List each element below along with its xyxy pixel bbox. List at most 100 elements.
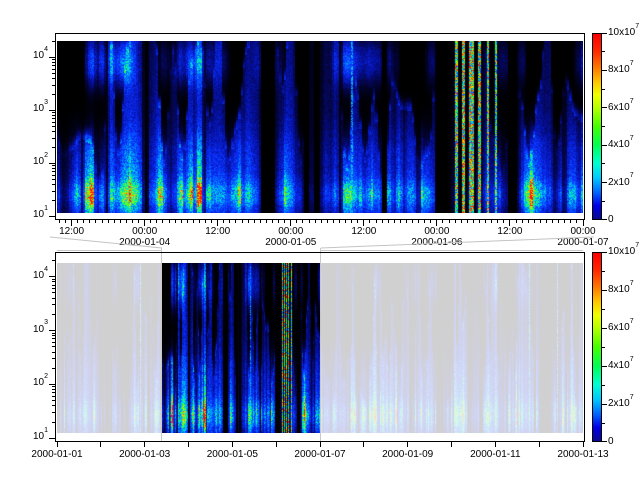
colorbar-tick-label: 10x107 [608, 27, 640, 39]
x-minor-tick [418, 220, 419, 223]
colorbar-major-tick [602, 107, 607, 108]
x-minor-tick [248, 220, 249, 223]
dimmed-region-left[interactable] [57, 263, 162, 433]
x-minor-tick [564, 220, 565, 223]
x-minor-tick [272, 220, 273, 223]
x-minor-tick [132, 220, 133, 223]
x-day-tick [320, 442, 321, 447]
x-major-tick [217, 220, 218, 226]
x-minor-tick [516, 220, 517, 223]
y-minor-tick [52, 279, 55, 280]
colorbar-major-tick [602, 404, 607, 405]
x-minor-tick [522, 220, 523, 223]
colorbar-minor-tick [602, 423, 605, 424]
x-minor-tick [120, 220, 121, 223]
top-colorbar[interactable] [592, 33, 602, 220]
top-spectrogram-canvas[interactable] [57, 41, 583, 213]
y-minor-tick [52, 62, 55, 63]
x-minor-tick [138, 220, 139, 223]
connector-line-right [321, 237, 594, 248]
selection-left-handle[interactable] [161, 248, 162, 442]
x-minor-tick [315, 220, 316, 223]
x-minor-tick [382, 220, 383, 223]
y-minor-tick [52, 165, 55, 166]
y-minor-tick [52, 118, 55, 119]
y-minor-tick [52, 338, 55, 339]
colorbar-minor-tick [602, 347, 605, 348]
x-day-tick [232, 442, 233, 447]
selection-right-handle[interactable] [320, 248, 321, 442]
x-minor-tick [242, 220, 243, 223]
y-minor-tick [52, 191, 55, 192]
y-minor-tick [52, 69, 55, 70]
x-day-tick [407, 442, 408, 447]
y-minor-tick [52, 342, 55, 343]
dim-box-top-line-left [57, 250, 162, 251]
figure: 12:0000:002000-01-0412:0000:002000-01-05… [0, 0, 640, 480]
x-minor-tick [162, 220, 163, 223]
x-minor-tick [388, 220, 389, 223]
colorbar-major-tick [602, 33, 607, 34]
x-major-tick [144, 220, 145, 226]
x-day-tick [495, 442, 496, 447]
x-tick-date-label: 2000-01-09 [374, 449, 442, 461]
x-minor-tick [491, 220, 492, 223]
x-minor-tick [424, 220, 425, 223]
y-minor-tick [52, 184, 55, 185]
x-day-tick [539, 442, 540, 447]
x-day-tick [583, 442, 584, 447]
x-minor-tick [65, 220, 66, 223]
y-tick-label: 103 [14, 103, 48, 115]
bottom-colorbar[interactable] [592, 252, 602, 442]
y-minor-tick [52, 396, 55, 397]
x-minor-tick [479, 220, 480, 223]
x-tick-date-label: 2000-01-05 [198, 449, 266, 461]
y-minor-tick [52, 412, 55, 413]
y-minor-tick [52, 298, 55, 299]
x-minor-tick [266, 220, 267, 223]
x-day-tick [100, 442, 101, 447]
x-minor-tick [503, 220, 504, 223]
y-minor-tick [52, 288, 55, 289]
x-day-tick [144, 442, 145, 447]
x-minor-tick [406, 220, 407, 223]
x-tick-date-label: 2000-01-07 [550, 237, 616, 249]
x-minor-tick [254, 220, 255, 223]
x-minor-tick [223, 220, 224, 223]
y-major-tick [49, 330, 55, 331]
x-minor-tick [211, 220, 212, 223]
connector-line-left [50, 237, 162, 248]
colorbar-tick-label: 6x107 [608, 102, 640, 114]
y-tick-label: 102 [14, 377, 48, 389]
y-major-tick [49, 110, 55, 111]
x-minor-tick [309, 220, 310, 223]
colorbar-minor-tick [602, 201, 605, 202]
x-tick-date-label: 2000-01-07 [286, 449, 354, 461]
y-tick-label: 102 [14, 156, 48, 168]
y-minor-tick [52, 422, 55, 423]
x-minor-tick [333, 220, 334, 223]
x-tick-date-label: 2000-01-03 [111, 449, 179, 461]
colorbar-tick-label: 4x107 [608, 139, 640, 151]
x-minor-tick [150, 220, 151, 223]
dimmed-region-right[interactable] [320, 263, 583, 433]
x-minor-tick [296, 220, 297, 223]
y-minor-tick [52, 85, 55, 86]
x-minor-tick [284, 220, 285, 223]
y-minor-tick [52, 41, 55, 42]
x-major-tick [583, 220, 584, 226]
colorbar-tick-label: 2x107 [608, 398, 640, 410]
x-day-tick [57, 442, 58, 447]
y-minor-tick [52, 281, 55, 282]
y-tick-label: 101 [14, 209, 48, 221]
x-minor-tick [235, 220, 236, 223]
y-minor-tick [52, 285, 55, 286]
y-minor-tick [52, 131, 55, 132]
x-tick-date-label: 2000-01-04 [112, 237, 178, 249]
y-minor-tick [52, 405, 55, 406]
top-colorbar-gradient [593, 34, 601, 219]
x-tick-time-label: 12:00 [488, 226, 532, 238]
bottom-colorbar-gradient [593, 253, 601, 441]
x-minor-tick [339, 220, 340, 223]
y-minor-tick [52, 175, 55, 176]
